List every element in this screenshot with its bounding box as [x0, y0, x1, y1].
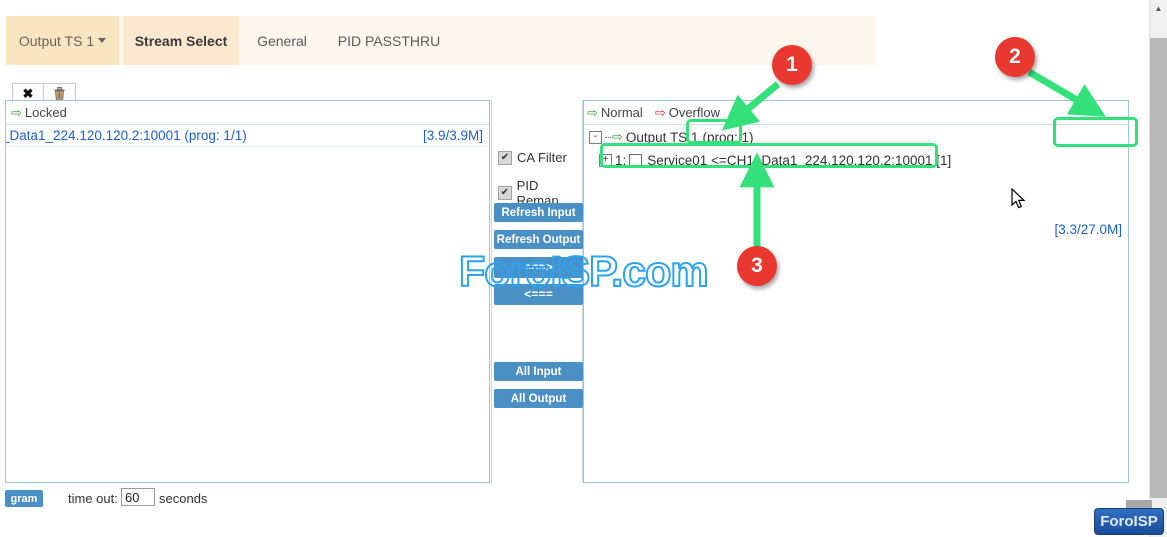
callout-1-number: 1	[786, 53, 798, 76]
callout-3: 3	[737, 246, 777, 286]
ca-filter-label: CA Filter	[517, 150, 567, 165]
ca-filter-checkbox[interactable]: ✔	[498, 150, 512, 165]
tab-pid-passthru[interactable]: PID PASSTHRU	[325, 16, 453, 65]
all-output-label: All Output	[510, 392, 567, 405]
timeout-input[interactable]	[121, 488, 155, 506]
tab-stream-select[interactable]: Stream Select	[123, 16, 239, 65]
refresh-input-label: Refresh Input	[501, 206, 576, 219]
output-ts-bitrate: [3.3/27.0M]	[1054, 222, 1122, 237]
output-ts-root-label: Output TS 1	[625, 129, 699, 145]
tab-stream-select-label: Stream Select	[134, 32, 228, 49]
refresh-output-button[interactable]: Refresh Output	[494, 230, 583, 249]
output-normal-arrow-icon: ⇨	[612, 129, 623, 144]
move-left-label: <===	[524, 287, 553, 302]
output-service-label: Service01 <=CH1_Data1_224.120.120.2:1000…	[647, 152, 952, 168]
tab-general[interactable]: General	[239, 16, 325, 65]
callout-2: 2	[995, 37, 1035, 77]
move-right-label: ===>	[524, 260, 553, 275]
output-ts-root-prog: (prog: 1)	[702, 129, 754, 145]
refresh-output-label: Refresh Output	[496, 233, 581, 246]
locked-status-label: Locked	[24, 105, 67, 120]
trash-icon	[54, 87, 65, 100]
tab-output-ts-1[interactable]: Output TS 1	[6, 16, 119, 65]
expand-toggle-icon[interactable]: +	[599, 153, 612, 167]
output-service-row[interactable]: + 1: Service01 <=CH1_Data1_224.120.120.2…	[584, 149, 1128, 171]
tab-pid-passthru-label: PID PASSTHRU	[337, 32, 441, 49]
move-left-button[interactable]: <===	[494, 284, 583, 305]
timeout-label: time out:	[68, 491, 118, 506]
tree-connector	[605, 136, 611, 138]
overflow-arrow-icon: ⇨	[654, 104, 666, 120]
all-output-button[interactable]: All Output	[494, 389, 583, 408]
transfer-controls-column: ✔ CA Filter ✔ PID Remap Refresh Input Re…	[491, 100, 583, 483]
input-stream-name: _Data1_224.120.120.2:10001 (prog: 1/1)	[5, 128, 247, 143]
normal-arrow-icon: ⇨	[587, 104, 598, 120]
program-button[interactable]: gram	[5, 490, 43, 507]
all-input-label: All Input	[515, 365, 562, 378]
output-ts-tree-panel[interactable]: ⇨ Normal ⇨ Overflow - ⇨ Output TS 1 (pro…	[583, 100, 1129, 483]
move-right-button[interactable]: ===>	[494, 257, 583, 278]
collapse-toggle-icon[interactable]: -	[589, 130, 602, 144]
normal-legend-label: Normal	[600, 105, 643, 120]
input-stream-bitrate: [3.9/3.9M]	[422, 128, 483, 143]
watermark-badge-label: ForoISP	[1100, 513, 1158, 530]
scrollbar-thumb[interactable]	[1150, 38, 1167, 498]
seconds-label: seconds	[159, 491, 208, 506]
scroll-up-button[interactable]: ▲	[1150, 0, 1167, 17]
program-button-label: gram	[10, 492, 38, 505]
refresh-input-button[interactable]: Refresh Input	[494, 203, 583, 222]
overflow-legend-label: Overflow	[668, 105, 721, 120]
output-legend-row: ⇨ Normal ⇨ Overflow	[584, 101, 1128, 125]
watermark-badge: ForoISP	[1094, 508, 1164, 535]
triangle-up-icon: ▲	[1154, 4, 1163, 13]
callout-2-number: 2	[1009, 45, 1021, 68]
chevron-down-icon	[98, 38, 107, 43]
output-service-checkbox[interactable]	[629, 153, 643, 167]
callout-1: 1	[772, 45, 812, 85]
input-stream-row[interactable]: _Data1_224.120.120.2:10001 (prog: 1/1) […	[6, 125, 489, 147]
output-ts-root-row[interactable]: - ⇨ Output TS 1 (prog: 1) [3.3/27.0M]	[584, 125, 1128, 237]
all-input-button[interactable]: All Input	[494, 362, 583, 381]
application-window: Output TS 1 Stream Select General PID PA…	[0, 0, 1167, 537]
input-stream-list-panel[interactable]: ⇨ Locked _Data1_224.120.120.2:10001 (pro…	[5, 100, 490, 483]
callout-3-number: 3	[751, 254, 763, 277]
pid-remap-checkbox[interactable]: ✔	[498, 186, 512, 200]
output-service-index: 1:	[615, 152, 627, 168]
page-scrollbar[interactable]: ▲	[1149, 0, 1167, 537]
tab-bar: Output TS 1 Stream Select General PID PA…	[6, 16, 876, 65]
tab-general-label: General	[257, 32, 307, 49]
ca-filter-checkbox-row[interactable]: ✔ CA Filter	[498, 150, 567, 165]
tab-output-ts-1-label: Output TS 1	[18, 32, 95, 49]
input-status-row: ⇨ Locked	[6, 101, 489, 125]
locked-arrow-icon: ⇨	[11, 104, 22, 120]
